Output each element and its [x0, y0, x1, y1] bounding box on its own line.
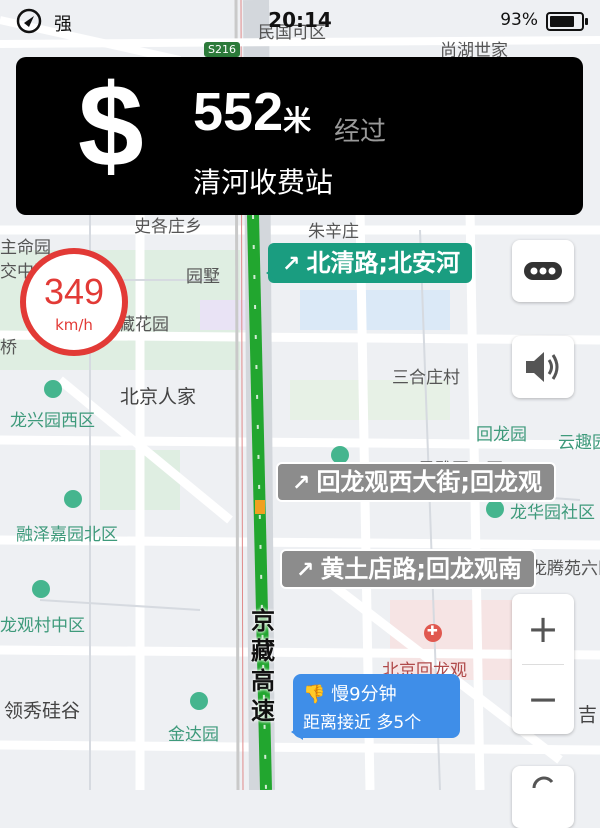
- map-label: 云趣园: [558, 433, 600, 453]
- road-tag-label: 黄土店路;回龙观南: [320, 555, 523, 583]
- turn-right-arrow-icon: ↗: [282, 252, 301, 277]
- highway-name-char: 京: [251, 607, 275, 635]
- via-label: 经过: [334, 117, 387, 147]
- speed-indicator: 349 km/h: [20, 248, 128, 356]
- traffic-detail: 距离接近 多5个: [303, 713, 422, 733]
- speed-value: 349: [43, 271, 105, 312]
- map-label: 桥: [0, 338, 17, 358]
- battery-percent: 93%: [500, 10, 538, 30]
- map-label: 领秀硅谷: [4, 700, 81, 722]
- map-label: 龙腾苑六区: [530, 559, 600, 579]
- road-tag-label: 回龙观西大街;回龙观: [316, 468, 543, 496]
- traffic-delay: 👎 慢9分钟: [303, 680, 397, 706]
- distance-to-maneuver: 552米: [193, 85, 311, 139]
- highway-name-char: 高: [251, 667, 275, 695]
- refresh-icon: [532, 776, 554, 789]
- speed-unit: km/h: [55, 316, 93, 334]
- more-options-button[interactable]: [512, 240, 574, 302]
- map-label: 金达园: [168, 725, 219, 745]
- maneuver-place-name: 清河收费站: [193, 166, 334, 199]
- map-label: 北京人家: [120, 386, 197, 408]
- more-options-icon: [524, 262, 562, 280]
- poi-marker: [486, 500, 504, 518]
- water-area: [300, 290, 450, 330]
- map-label: 主命园: [0, 238, 51, 258]
- road-tag-exit[interactable]: ↗ 北清路;北安河: [265, 243, 473, 283]
- turn-right-arrow-icon: ↗: [296, 558, 315, 583]
- map-label: 回龙园: [476, 425, 527, 445]
- toll-dollar-icon: $: [78, 60, 144, 192]
- status-bar: 强 20:14 93%: [0, 0, 600, 40]
- poi-marker: [44, 380, 62, 398]
- zoom-controls: + −: [512, 594, 574, 734]
- road-tag-exit[interactable]: ↗ 黄土店路;回龙观南: [280, 549, 537, 589]
- poi-marker: [64, 490, 82, 508]
- poi-marker: [32, 580, 50, 598]
- distance-unit: 米: [283, 105, 312, 136]
- sound-button[interactable]: [512, 336, 574, 398]
- refresh-button[interactable]: [512, 766, 574, 828]
- guidance-banner[interactable]: $ 552米 经过 清河收费站: [16, 57, 583, 215]
- zoom-in-button[interactable]: +: [512, 594, 574, 664]
- turn-right-arrow-icon: ↗: [292, 471, 311, 496]
- route-slow-segment: [255, 500, 265, 514]
- map-label: 龙观村中区: [0, 616, 85, 636]
- road-tag-label: 北清路;北安河: [306, 249, 461, 277]
- traffic-info-bubble[interactable]: 👎 慢9分钟 距离接近 多5个: [291, 674, 460, 740]
- map-label: 融泽嘉园北区: [16, 525, 118, 545]
- route-shield-s216: S216: [204, 42, 240, 57]
- map-label: 三合庄村: [392, 368, 460, 388]
- thumbs-down-icon: 👎: [303, 684, 326, 705]
- road-tag-exit[interactable]: ↗ 回龙观西大街;回龙观: [276, 462, 557, 502]
- highway-name-char: 藏: [251, 637, 275, 665]
- battery-icon: [546, 12, 588, 31]
- map-label: 园墅: [186, 267, 220, 287]
- zoom-out-button[interactable]: −: [512, 664, 574, 734]
- map-label: 龙兴园西区: [10, 411, 95, 431]
- map-label: 朱辛庄: [308, 222, 359, 242]
- hospital-marker: [424, 624, 442, 642]
- map-label: 吉: [578, 704, 598, 726]
- map-label: 史各庄乡: [134, 217, 202, 237]
- highway-name-char: 速: [251, 697, 275, 725]
- poi-marker: [190, 692, 208, 710]
- distance-value: 552: [193, 82, 284, 142]
- speaker-icon: [526, 352, 559, 382]
- highway-name: 京 藏 高 速: [246, 606, 280, 726]
- traffic-delay-text: 慢9分钟: [331, 684, 397, 705]
